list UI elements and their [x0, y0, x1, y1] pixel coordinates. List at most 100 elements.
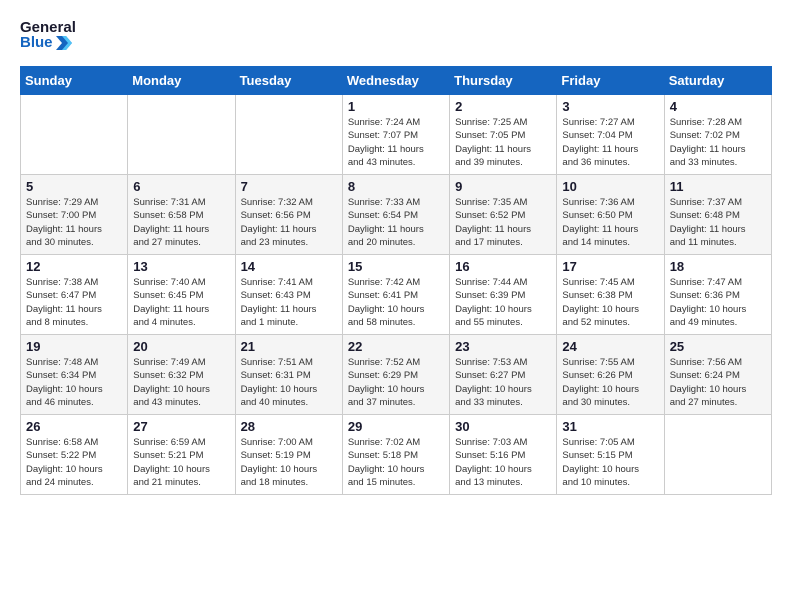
cell-content: Sunrise: 7:47 AM Sunset: 6:36 PM Dayligh… [670, 276, 766, 329]
cell-date-number: 1 [348, 99, 444, 114]
cell-date-number: 4 [670, 99, 766, 114]
calendar-cell: 8Sunrise: 7:33 AM Sunset: 6:54 PM Daylig… [342, 175, 449, 255]
cell-date-number: 10 [562, 179, 658, 194]
cell-content: Sunrise: 7:37 AM Sunset: 6:48 PM Dayligh… [670, 196, 766, 249]
cell-content: Sunrise: 7:29 AM Sunset: 7:00 PM Dayligh… [26, 196, 122, 249]
calendar-cell: 28 Sunrise: 7:00 AM Sunset: 5:19 PM Dayli… [235, 415, 342, 495]
logo-blue-text: Blue [20, 35, 76, 50]
cell-date-number: 18 [670, 259, 766, 274]
calendar-cell: 26 Sunrise: 6:58 AM Sunset: 5:22 PM Dayli… [21, 415, 128, 495]
calendar-week-5: 26 Sunrise: 6:58 AM Sunset: 5:22 PM Dayli… [21, 415, 772, 495]
calendar-table: SundayMondayTuesdayWednesdayThursdayFrid… [20, 66, 772, 495]
cell-content: Sunrise: 7:24 AM Sunset: 7:07 PM Dayligh… [348, 116, 444, 169]
cell-content: Sunrise: 6:58 AM Sunset: 5:22 PM Dayligh… [26, 436, 122, 489]
calendar-cell: 27 Sunrise: 6:59 AM Sunset: 5:21 PM Dayli… [128, 415, 235, 495]
cell-content: Sunrise: 7:56 AM Sunset: 6:24 PM Dayligh… [670, 356, 766, 409]
cell-content: Sunrise: 7:31 AM Sunset: 6:58 PM Dayligh… [133, 196, 229, 249]
logo-general-text: General [20, 20, 76, 35]
calendar-cell [128, 95, 235, 175]
cell-date-number: 8 [348, 179, 444, 194]
calendar-cell: 7 Sunrise: 7:32 AM Sunset: 6:56 PM Daylig… [235, 175, 342, 255]
cell-date-number: 24 [562, 339, 658, 354]
calendar-cell: 19Sunrise: 7:48 AM Sunset: 6:34 PM Dayli… [21, 335, 128, 415]
cell-date-number: 22 [348, 339, 444, 354]
cell-content: Sunrise: 7:36 AM Sunset: 6:50 PM Dayligh… [562, 196, 658, 249]
cell-content: Sunrise: 7:51 AM Sunset: 6:31 PM Dayligh… [241, 356, 337, 409]
calendar-week-4: 19Sunrise: 7:48 AM Sunset: 6:34 PM Dayli… [21, 335, 772, 415]
weekday-thursday: Thursday [450, 67, 557, 95]
cell-content: Sunrise: 6:59 AM Sunset: 5:21 PM Dayligh… [133, 436, 229, 489]
cell-content: Sunrise: 7:41 AM Sunset: 6:43 PM Dayligh… [241, 276, 337, 329]
cell-date-number: 27 [133, 419, 229, 434]
calendar-cell: 9Sunrise: 7:35 AM Sunset: 6:52 PM Daylig… [450, 175, 557, 255]
cell-date-number: 20 [133, 339, 229, 354]
cell-content: Sunrise: 7:25 AM Sunset: 7:05 PM Dayligh… [455, 116, 551, 169]
cell-content: Sunrise: 7:40 AM Sunset: 6:45 PM Dayligh… [133, 276, 229, 329]
page: General Blue SundayMondayTuesdayWednesda… [0, 0, 792, 515]
calendar-cell [235, 95, 342, 175]
cell-date-number: 14 [241, 259, 337, 274]
logo: General Blue [20, 20, 76, 50]
cell-date-number: 31 [562, 419, 658, 434]
cell-content: Sunrise: 7:38 AM Sunset: 6:47 PM Dayligh… [26, 276, 122, 329]
cell-date-number: 7 [241, 179, 337, 194]
cell-content: Sunrise: 7:02 AM Sunset: 5:18 PM Dayligh… [348, 436, 444, 489]
weekday-wednesday: Wednesday [342, 67, 449, 95]
weekday-monday: Monday [128, 67, 235, 95]
cell-date-number: 30 [455, 419, 551, 434]
cell-date-number: 28 [241, 419, 337, 434]
calendar-cell: 20 Sunrise: 7:49 AM Sunset: 6:32 PM Dayli… [128, 335, 235, 415]
cell-content: Sunrise: 7:42 AM Sunset: 6:41 PM Dayligh… [348, 276, 444, 329]
cell-date-number: 5 [26, 179, 122, 194]
cell-content: Sunrise: 7:28 AM Sunset: 7:02 PM Dayligh… [670, 116, 766, 169]
calendar-cell: 3Sunrise: 7:27 AM Sunset: 7:04 PM Daylig… [557, 95, 664, 175]
cell-date-number: 17 [562, 259, 658, 274]
cell-date-number: 16 [455, 259, 551, 274]
cell-content: Sunrise: 7:55 AM Sunset: 6:26 PM Dayligh… [562, 356, 658, 409]
weekday-sunday: Sunday [21, 67, 128, 95]
cell-content: Sunrise: 7:45 AM Sunset: 6:38 PM Dayligh… [562, 276, 658, 329]
calendar-week-2: 5 Sunrise: 7:29 AM Sunset: 7:00 PM Daylig… [21, 175, 772, 255]
cell-content: Sunrise: 7:00 AM Sunset: 5:19 PM Dayligh… [241, 436, 337, 489]
calendar-week-1: 1 Sunrise: 7:24 AM Sunset: 7:07 PM Daylig… [21, 95, 772, 175]
cell-content: Sunrise: 7:32 AM Sunset: 6:56 PM Dayligh… [241, 196, 337, 249]
calendar-cell: 10 Sunrise: 7:36 AM Sunset: 6:50 PM Dayli… [557, 175, 664, 255]
calendar-cell: 21Sunrise: 7:51 AM Sunset: 6:31 PM Dayli… [235, 335, 342, 415]
calendar-cell [664, 415, 771, 495]
calendar-cell: 4 Sunrise: 7:28 AM Sunset: 7:02 PM Daylig… [664, 95, 771, 175]
calendar-cell: 13Sunrise: 7:40 AM Sunset: 6:45 PM Dayli… [128, 255, 235, 335]
cell-date-number: 6 [133, 179, 229, 194]
calendar-cell: 16Sunrise: 7:44 AM Sunset: 6:39 PM Dayli… [450, 255, 557, 335]
cell-date-number: 2 [455, 99, 551, 114]
calendar-week-3: 12 Sunrise: 7:38 AM Sunset: 6:47 PM Dayli… [21, 255, 772, 335]
header: General Blue [20, 20, 772, 50]
calendar-cell: 6 Sunrise: 7:31 AM Sunset: 6:58 PM Daylig… [128, 175, 235, 255]
calendar-cell: 22 Sunrise: 7:52 AM Sunset: 6:29 PM Dayli… [342, 335, 449, 415]
cell-content: Sunrise: 7:52 AM Sunset: 6:29 PM Dayligh… [348, 356, 444, 409]
cell-date-number: 29 [348, 419, 444, 434]
calendar-cell: 24 Sunrise: 7:55 AM Sunset: 6:26 PM Dayli… [557, 335, 664, 415]
cell-date-number: 26 [26, 419, 122, 434]
cell-content: Sunrise: 7:48 AM Sunset: 6:34 PM Dayligh… [26, 356, 122, 409]
calendar-cell: 2 Sunrise: 7:25 AM Sunset: 7:05 PM Daylig… [450, 95, 557, 175]
cell-date-number: 25 [670, 339, 766, 354]
calendar-cell: 11Sunrise: 7:37 AM Sunset: 6:48 PM Dayli… [664, 175, 771, 255]
cell-content: Sunrise: 7:49 AM Sunset: 6:32 PM Dayligh… [133, 356, 229, 409]
cell-date-number: 15 [348, 259, 444, 274]
cell-date-number: 3 [562, 99, 658, 114]
cell-content: Sunrise: 7:05 AM Sunset: 5:15 PM Dayligh… [562, 436, 658, 489]
calendar-cell [21, 95, 128, 175]
calendar-cell: 30Sunrise: 7:03 AM Sunset: 5:16 PM Dayli… [450, 415, 557, 495]
logo-arrow-icon [56, 36, 72, 50]
cell-content: Sunrise: 7:35 AM Sunset: 6:52 PM Dayligh… [455, 196, 551, 249]
calendar-cell: 17 Sunrise: 7:45 AM Sunset: 6:38 PM Dayli… [557, 255, 664, 335]
calendar-cell: 18 Sunrise: 7:47 AM Sunset: 6:36 PM Dayli… [664, 255, 771, 335]
calendar-cell: 1 Sunrise: 7:24 AM Sunset: 7:07 PM Daylig… [342, 95, 449, 175]
calendar-cell: 23Sunrise: 7:53 AM Sunset: 6:27 PM Dayli… [450, 335, 557, 415]
calendar-cell: 12 Sunrise: 7:38 AM Sunset: 6:47 PM Dayli… [21, 255, 128, 335]
logo-wordmark: General Blue [20, 20, 76, 50]
weekday-tuesday: Tuesday [235, 67, 342, 95]
cell-date-number: 23 [455, 339, 551, 354]
cell-date-number: 12 [26, 259, 122, 274]
weekday-header-row: SundayMondayTuesdayWednesdayThursdayFrid… [21, 67, 772, 95]
